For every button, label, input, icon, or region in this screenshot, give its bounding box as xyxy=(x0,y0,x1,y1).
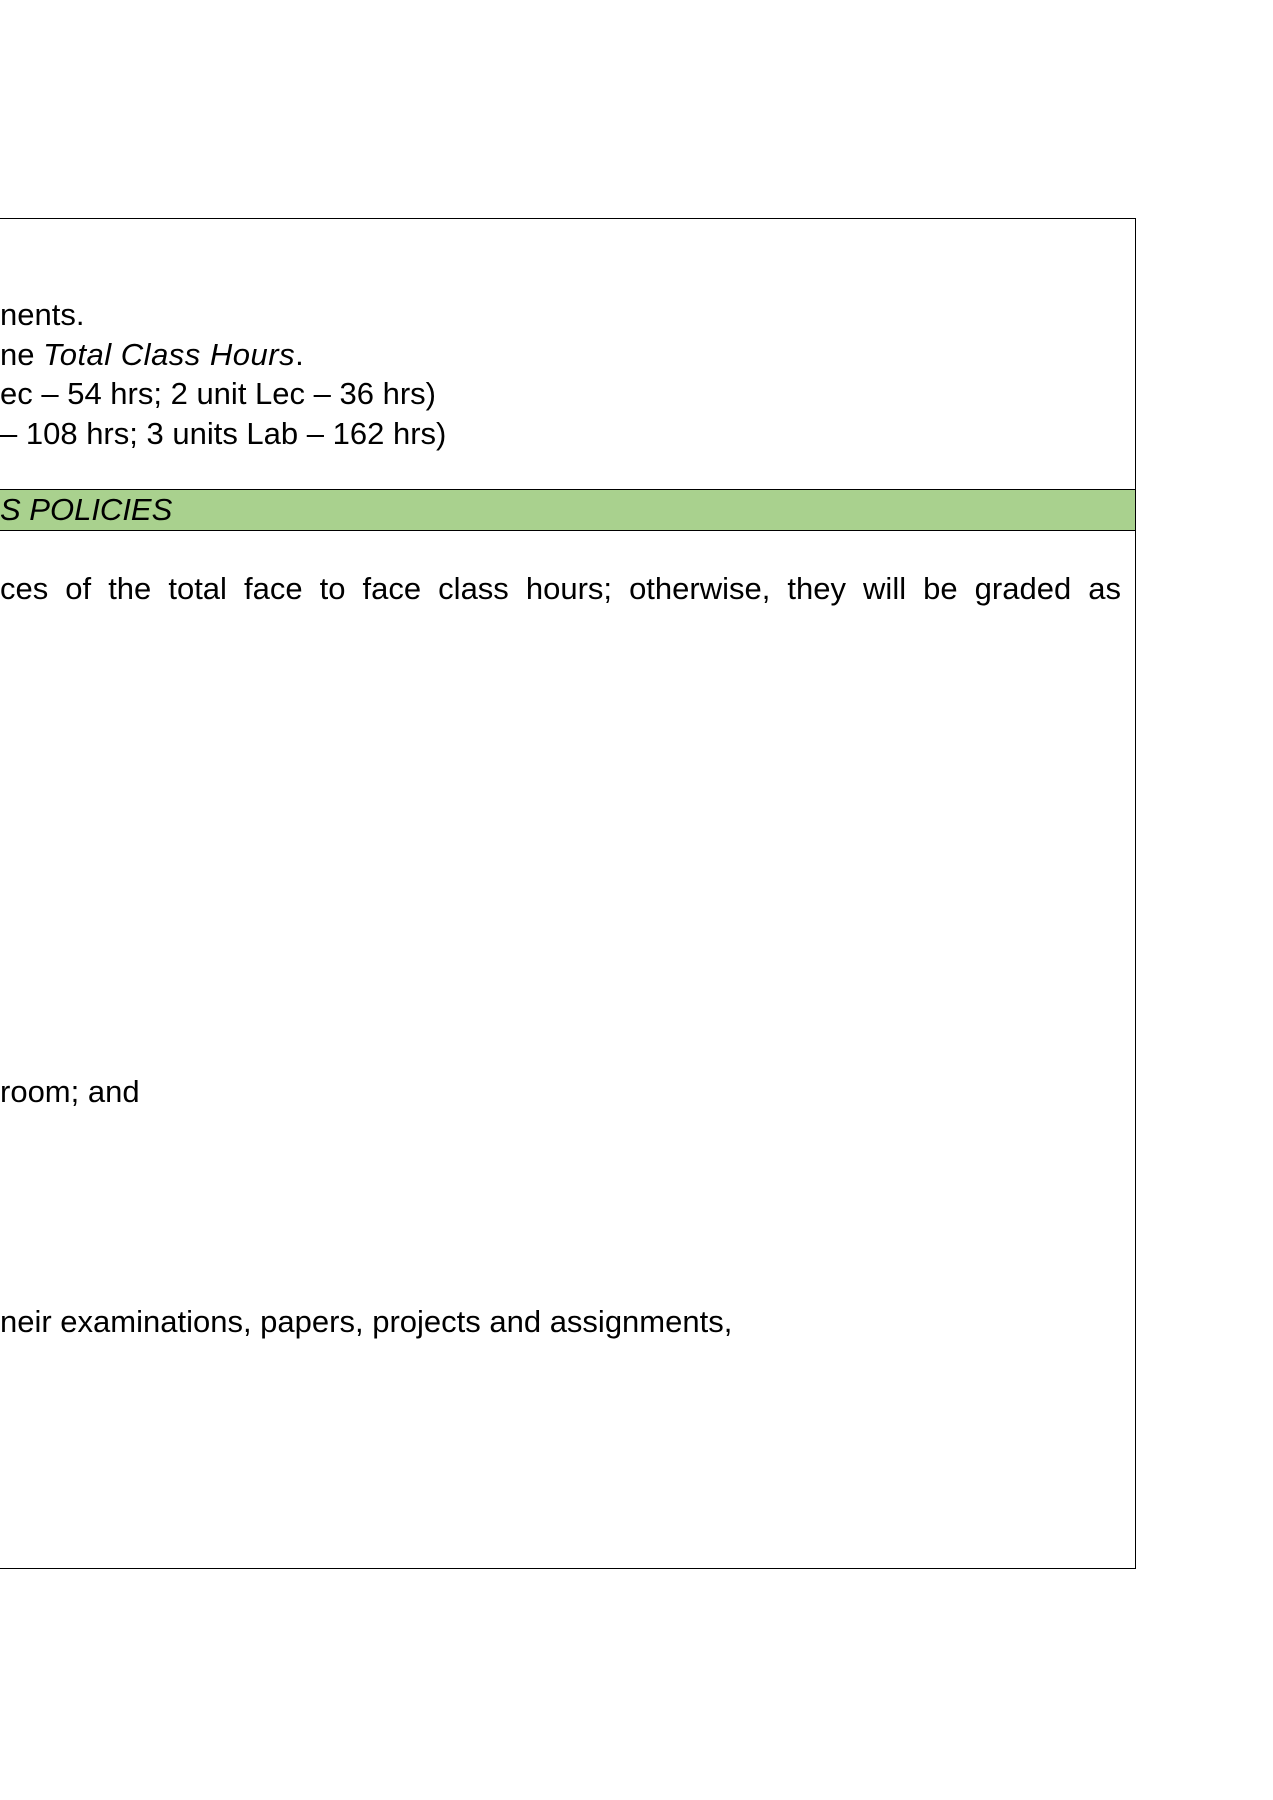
hours-line-2: ne Total Class Hours. xyxy=(0,336,304,374)
hours-line-2-suffix: . xyxy=(295,337,304,372)
hours-line-1: nents. xyxy=(0,297,85,332)
hours-line-4: – 108 hrs; 3 units Lab – 162 hrs) xyxy=(0,416,447,451)
total-class-hours-emphasis: Total Class Hours xyxy=(43,337,296,372)
hours-line-3: ec – 54 hrs; 2 unit Lec – 36 hrs) xyxy=(0,376,436,411)
hours-line-2-prefix: ne xyxy=(0,337,44,372)
conduct-policy-line: room; and xyxy=(0,1074,140,1109)
section-title: S POLICIES xyxy=(0,492,173,527)
attendance-policy-line: ces of the total face to face class hour… xyxy=(0,571,1121,606)
honesty-policy-line: neir examinations, papers, projects and … xyxy=(0,1304,733,1339)
document-page: nents. ne Total Class Hours. ec – 54 hrs… xyxy=(0,0,1273,1800)
